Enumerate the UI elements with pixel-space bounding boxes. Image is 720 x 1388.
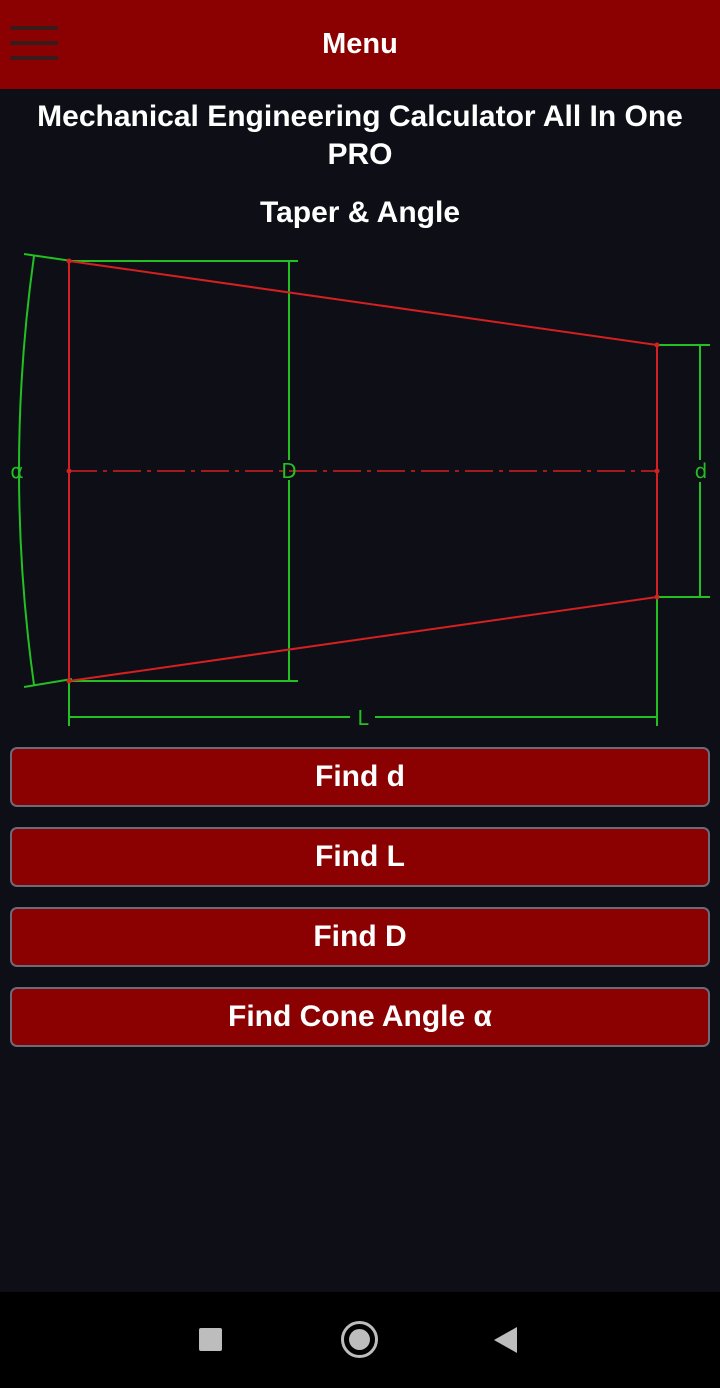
circle-icon[interactable] [341,1321,378,1358]
menu-title[interactable]: Menu [322,28,398,61]
taper-diagram: α D d L [10,253,710,730]
cone-top-edge [68,260,658,346]
d-ext-bottom-left [23,678,73,688]
find-cone-angle-button[interactable]: Find Cone Angle α [10,987,710,1047]
alpha-label: α [10,459,23,483]
cone-bottom-edge [68,596,658,682]
vertex-dot [654,594,660,600]
triangle-back-icon[interactable] [494,1327,517,1353]
vertex-dot [654,342,660,348]
find-l-button[interactable]: Find L [10,827,710,887]
hamburger-icon[interactable] [10,26,58,60]
find-big-d-button[interactable]: Find D [10,907,710,967]
square-icon[interactable] [199,1328,222,1351]
app-title: Mechanical Engineering Calculator All In… [37,100,683,171]
small-d-label: d [695,459,708,483]
hamburger-line [10,56,58,60]
big-d-label: D [281,459,296,483]
vertex-dot [66,258,72,264]
system-nav-bar [0,1292,720,1388]
section-title: Taper & Angle [259,196,461,229]
d-ext-top-left [23,253,73,262]
vertex-dot [654,468,660,474]
find-d-button[interactable]: Find d [10,747,710,807]
l-label: L [357,706,369,730]
top-app-bar: Menu [0,0,720,89]
vertex-dot [66,678,72,684]
vertex-dot [66,468,72,474]
hamburger-line [10,26,58,30]
hamburger-line [10,41,58,45]
